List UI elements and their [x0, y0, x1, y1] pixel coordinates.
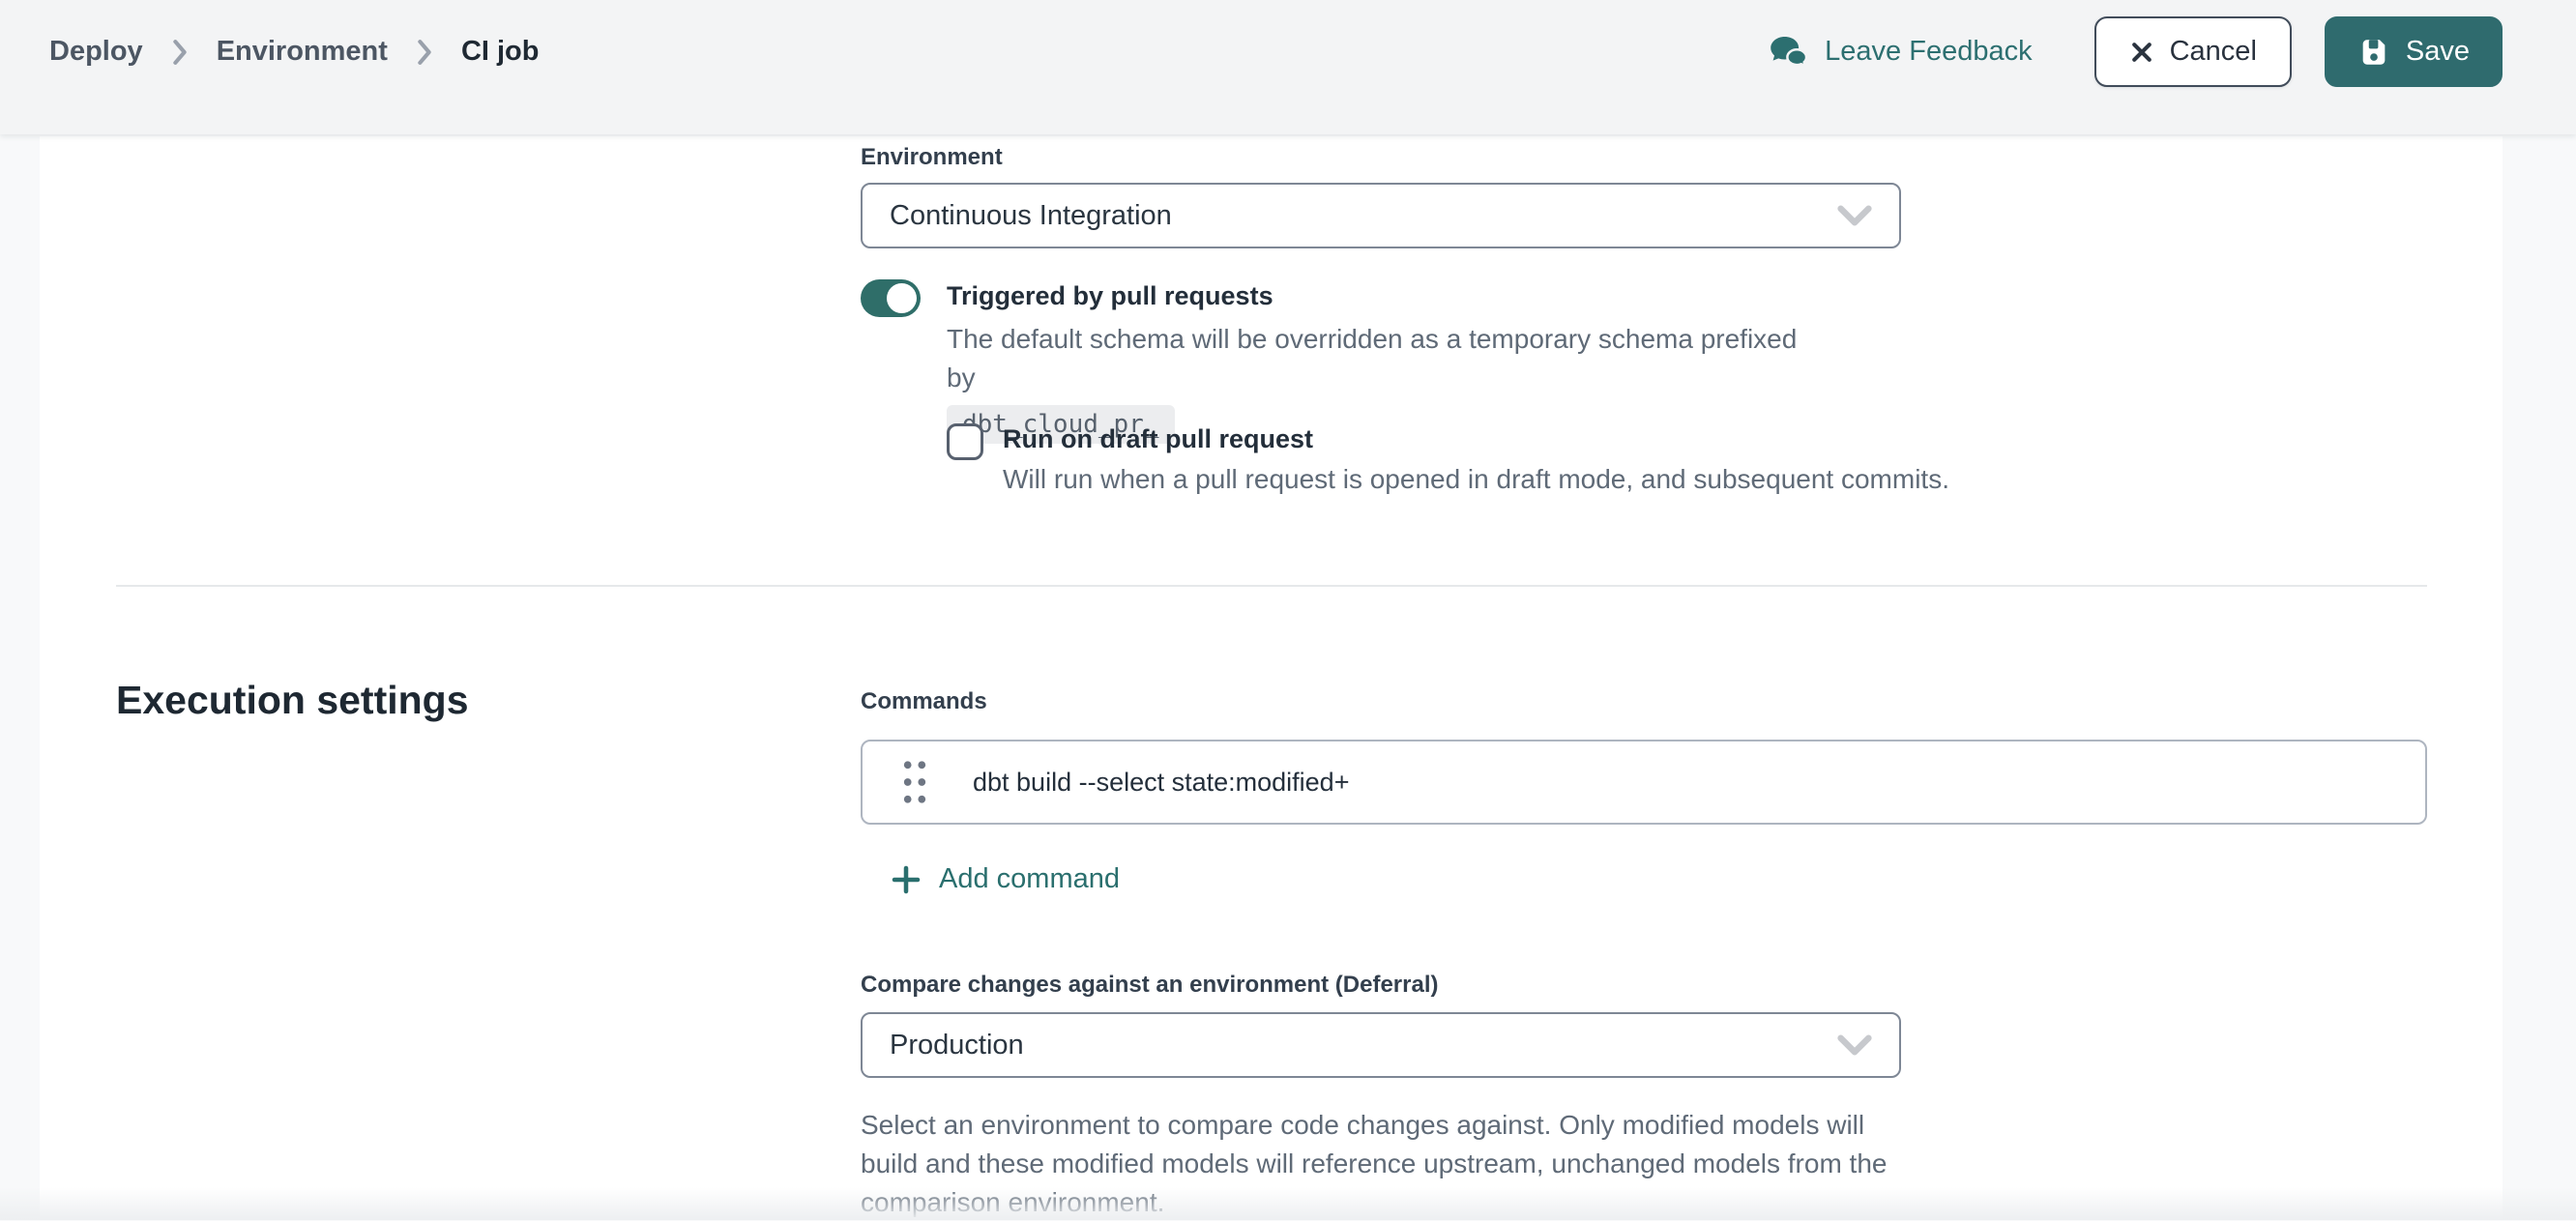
section-divider [116, 585, 2427, 587]
environment-select[interactable]: Continuous Integration [861, 183, 1901, 248]
chevron-down-icon [1837, 1034, 1872, 1056]
header-actions: Leave Feedback Cancel Save [1769, 16, 2503, 87]
feedback-chat-icon [1769, 35, 1809, 70]
save-icon [2357, 36, 2390, 69]
save-button[interactable]: Save [2325, 16, 2503, 87]
deferral-select-value: Production [890, 1030, 1024, 1061]
draft-pr-checkbox[interactable] [947, 423, 983, 460]
breadcrumb-deploy[interactable]: Deploy [49, 36, 143, 68]
drag-handle-icon[interactable] [897, 753, 932, 811]
header-bar: Deploy Environment CI job Leave Feedback… [0, 0, 2576, 134]
add-command-button[interactable]: Add command [891, 863, 1120, 895]
execution-settings-title: Execution settings [116, 678, 469, 723]
save-button-label: Save [2406, 36, 2470, 68]
command-input[interactable]: dbt build --select state:modified+ [973, 768, 1349, 798]
pr-trigger-row: Triggered by pull requests The default s… [861, 279, 1807, 444]
toggle-knob [887, 283, 917, 313]
deferral-field-label: Compare changes against an environment (… [861, 972, 1439, 999]
leave-feedback-link[interactable]: Leave Feedback [1769, 35, 2032, 70]
commands-label: Commands [861, 688, 987, 715]
pr-trigger-description: The default schema will be overridden as… [947, 320, 1807, 397]
draft-pr-label: Run on draft pull request [1003, 422, 1949, 456]
leave-feedback-label: Leave Feedback [1825, 36, 2032, 68]
environment-select-value: Continuous Integration [890, 200, 1172, 232]
pr-trigger-toggle[interactable] [861, 279, 921, 317]
pr-trigger-label: Triggered by pull requests [947, 279, 1807, 313]
breadcrumb-chevron-icon [172, 39, 188, 66]
draft-pr-description: Will run when a pull request is opened i… [1003, 460, 1949, 499]
cancel-button[interactable]: Cancel [2094, 16, 2292, 87]
environment-field-label: Environment [861, 144, 1003, 171]
breadcrumb-environment[interactable]: Environment [217, 36, 388, 68]
close-icon [2129, 40, 2154, 65]
breadcrumb-current-page: CI job [461, 36, 540, 68]
breadcrumb-chevron-icon [417, 39, 432, 66]
deferral-help-text: Select an environment to compare code ch… [861, 1106, 1893, 1221]
cancel-button-label: Cancel [2170, 36, 2257, 68]
chevron-down-icon [1837, 205, 1872, 226]
draft-pr-row: Run on draft pull request Will run when … [947, 422, 1949, 499]
plus-icon [891, 864, 922, 895]
breadcrumb: Deploy Environment CI job [49, 16, 539, 87]
deferral-select[interactable]: Production [861, 1012, 1901, 1078]
command-input-row[interactable]: dbt build --select state:modified+ [861, 740, 2427, 825]
add-command-label: Add command [939, 863, 1120, 895]
settings-content: Environment Continuous Integration Trigg… [40, 136, 2503, 1220]
